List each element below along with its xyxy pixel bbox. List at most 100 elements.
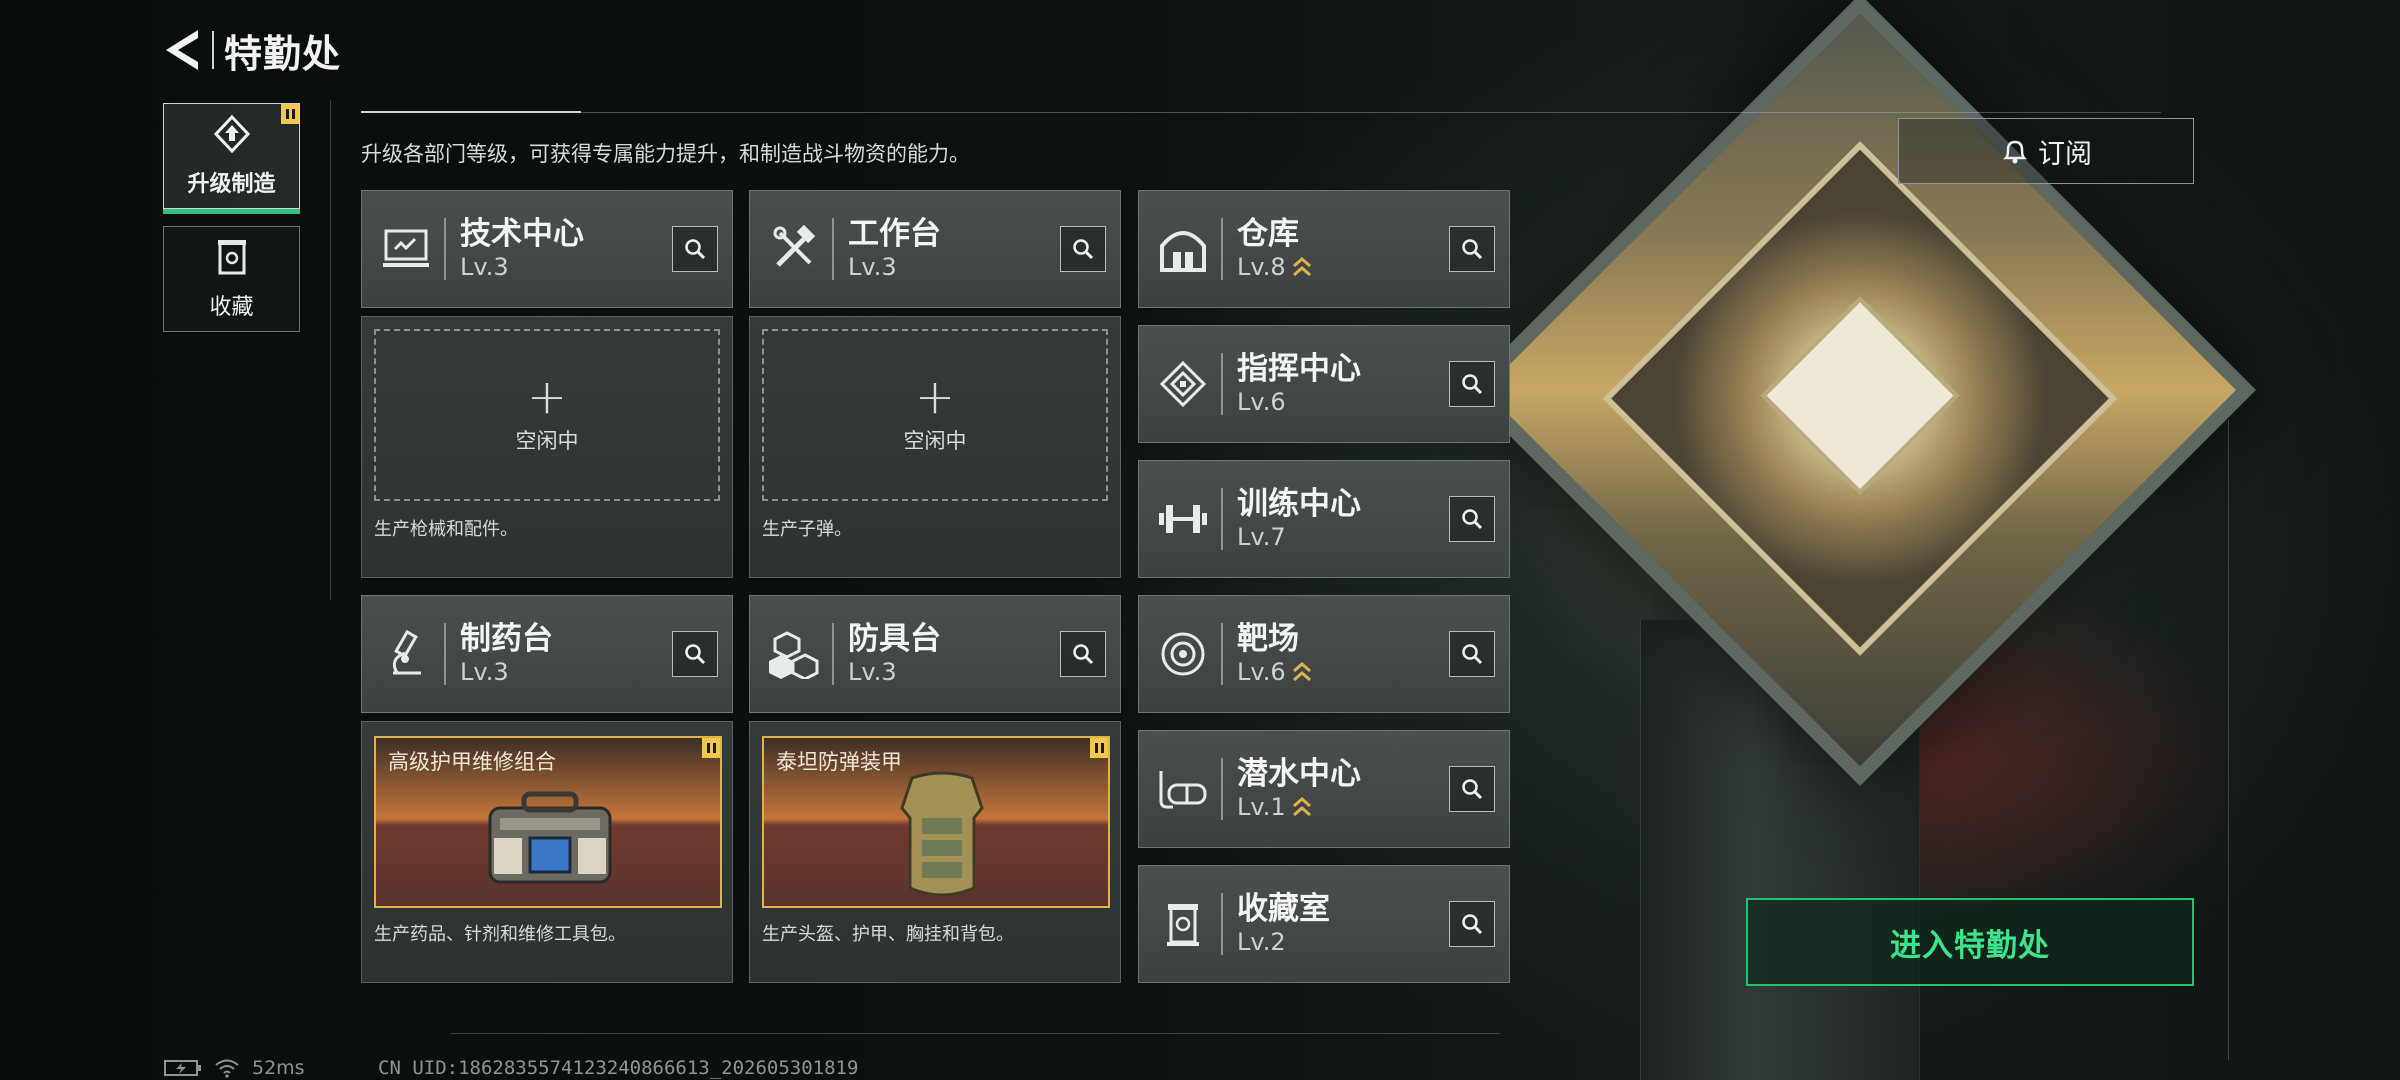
battery-charging-icon xyxy=(164,1060,201,1076)
production-panel-workbench: + 空闲中 生产子弹。 xyxy=(749,316,1121,578)
tab-collection[interactable]: 收藏 xyxy=(163,226,300,332)
card-divider xyxy=(1221,893,1223,955)
notification-badge xyxy=(281,104,299,124)
production-item-slot[interactable]: 高级护甲维修组合 xyxy=(374,736,722,908)
magnifier-icon xyxy=(1462,509,1483,530)
magnifier-icon xyxy=(1073,644,1094,665)
slot-status: 空闲中 xyxy=(515,429,579,453)
slot-status: 空闲中 xyxy=(903,429,967,453)
facility-name: 训练中心 xyxy=(1237,486,1361,522)
facility-card-pharmacy[interactable]: 制药台 Lv.3 xyxy=(361,595,733,713)
diving-mask-icon xyxy=(1151,757,1215,821)
facility-level: Lv.3 xyxy=(848,658,897,686)
magnifier-icon xyxy=(685,644,706,665)
card-divider xyxy=(832,623,834,685)
item-name: 泰坦防弹装甲 xyxy=(776,750,902,774)
facility-name: 制药台 xyxy=(460,621,553,657)
trophy-icon xyxy=(1151,892,1215,956)
body-armor-icon xyxy=(900,771,984,897)
facility-card-warehouse[interactable]: 仓库 Lv.8 xyxy=(1138,190,1510,308)
search-button[interactable] xyxy=(1449,766,1495,812)
frame-line xyxy=(2228,420,2229,1060)
facility-card-command-center[interactable]: 指挥中心 Lv.6 xyxy=(1138,325,1510,443)
facility-name: 靶场 xyxy=(1237,621,1299,657)
page-title: 特勤处 xyxy=(224,31,342,76)
back-arrow-icon[interactable] xyxy=(160,28,204,72)
card-divider xyxy=(444,623,446,685)
search-button[interactable] xyxy=(1060,631,1106,677)
tab-label: 收藏 xyxy=(209,295,254,320)
search-button[interactable] xyxy=(1449,631,1495,677)
card-divider xyxy=(1221,758,1223,820)
upgrade-chevron-icon xyxy=(1292,257,1311,277)
subscribe-button[interactable]: 订阅 xyxy=(1898,118,2194,184)
facility-name: 仓库 xyxy=(1237,216,1299,252)
search-button[interactable] xyxy=(1449,901,1495,947)
card-divider xyxy=(1221,218,1223,280)
chip-icon xyxy=(1151,352,1215,416)
production-description: 生产枪械和配件。 xyxy=(374,519,518,540)
facility-card-collection-room[interactable]: 收藏室 Lv.2 xyxy=(1138,865,1510,983)
facility-card-training-center[interactable]: 训练中心 Lv.7 xyxy=(1138,460,1510,578)
ping-value: 52ms xyxy=(252,1057,305,1079)
facility-name: 防具台 xyxy=(848,621,941,657)
wifi-icon xyxy=(215,1059,239,1078)
search-button[interactable] xyxy=(672,631,718,677)
magnifier-icon xyxy=(1462,779,1483,800)
facility-level: Lv.7 xyxy=(1237,523,1286,551)
magnifier-icon xyxy=(1462,644,1483,665)
facility-card-tech-center[interactable]: 技术中心 Lv.3 xyxy=(361,190,733,308)
tab-upgrade-craft[interactable]: 升级制造 xyxy=(163,103,300,214)
production-item-slot[interactable]: 泰坦防弹装甲 xyxy=(762,736,1110,908)
tools-icon xyxy=(762,217,826,281)
warehouse-icon xyxy=(1151,217,1215,281)
card-divider xyxy=(832,218,834,280)
magnifier-icon xyxy=(1462,374,1483,395)
page-description: 升级各部门等级，可获得专属能力提升，和制造战斗物资的能力。 xyxy=(361,142,970,166)
subscribe-label: 订阅 xyxy=(2038,138,2092,170)
idle-production-slot[interactable]: + 空闲中 xyxy=(762,329,1108,501)
status-bar: 52ms xyxy=(164,1057,305,1079)
facility-level: Lv.1 xyxy=(1237,793,1286,821)
target-icon xyxy=(1151,622,1215,686)
idle-production-slot[interactable]: + 空闲中 xyxy=(374,329,720,501)
search-button[interactable] xyxy=(1449,226,1495,272)
card-divider xyxy=(1221,623,1223,685)
facility-level: Lv.2 xyxy=(1237,928,1286,956)
facility-card-workbench[interactable]: 工作台 Lv.3 xyxy=(749,190,1121,308)
notification-badge xyxy=(1090,738,1108,758)
header-divider xyxy=(212,31,214,69)
magnifier-icon xyxy=(1073,239,1094,260)
facility-card-shooting-range[interactable]: 靶场 Lv.6 xyxy=(1138,595,1510,713)
search-button[interactable] xyxy=(1449,496,1495,542)
search-button[interactable] xyxy=(672,226,718,272)
facility-level: Lv.6 xyxy=(1237,388,1286,416)
facility-level: Lv.3 xyxy=(848,253,897,281)
frame-line xyxy=(450,1033,1500,1034)
magnifier-icon xyxy=(1462,239,1483,260)
plus-icon: + xyxy=(914,369,956,425)
magnifier-icon xyxy=(1462,914,1483,935)
microscope-icon xyxy=(374,622,438,686)
production-panel-tech-center: + 空闲中 生产枪械和配件。 xyxy=(361,316,733,578)
production-description: 生产子弹。 xyxy=(762,519,852,540)
notification-badge xyxy=(702,738,720,758)
cubes-icon xyxy=(762,622,826,686)
production-panel-pharmacy: 高级护甲维修组合 生产药品、针剂和维修工具包。 xyxy=(361,721,733,983)
enter-special-ops-button[interactable]: 进入特勤处 xyxy=(1746,898,2194,986)
magnifier-icon xyxy=(685,239,706,260)
upgrade-chevron-icon xyxy=(1292,662,1311,682)
facility-card-armor-bench[interactable]: 防具台 Lv.3 xyxy=(749,595,1121,713)
facility-level: Lv.8 xyxy=(1237,253,1286,281)
facility-card-diving-center[interactable]: 潜水中心 Lv.1 xyxy=(1138,730,1510,848)
tab-label: 升级制造 xyxy=(187,172,276,197)
search-button[interactable] xyxy=(1449,361,1495,407)
production-description: 生产头盔、护甲、胸挂和背包。 xyxy=(762,924,1014,945)
search-button[interactable] xyxy=(1060,226,1106,272)
facility-name: 技术中心 xyxy=(460,216,584,252)
page-header: 特勤处 xyxy=(160,22,341,78)
card-divider xyxy=(1221,488,1223,550)
facility-level: Lv.3 xyxy=(460,658,509,686)
bell-icon xyxy=(2002,140,2028,164)
collection-icon xyxy=(214,237,250,281)
